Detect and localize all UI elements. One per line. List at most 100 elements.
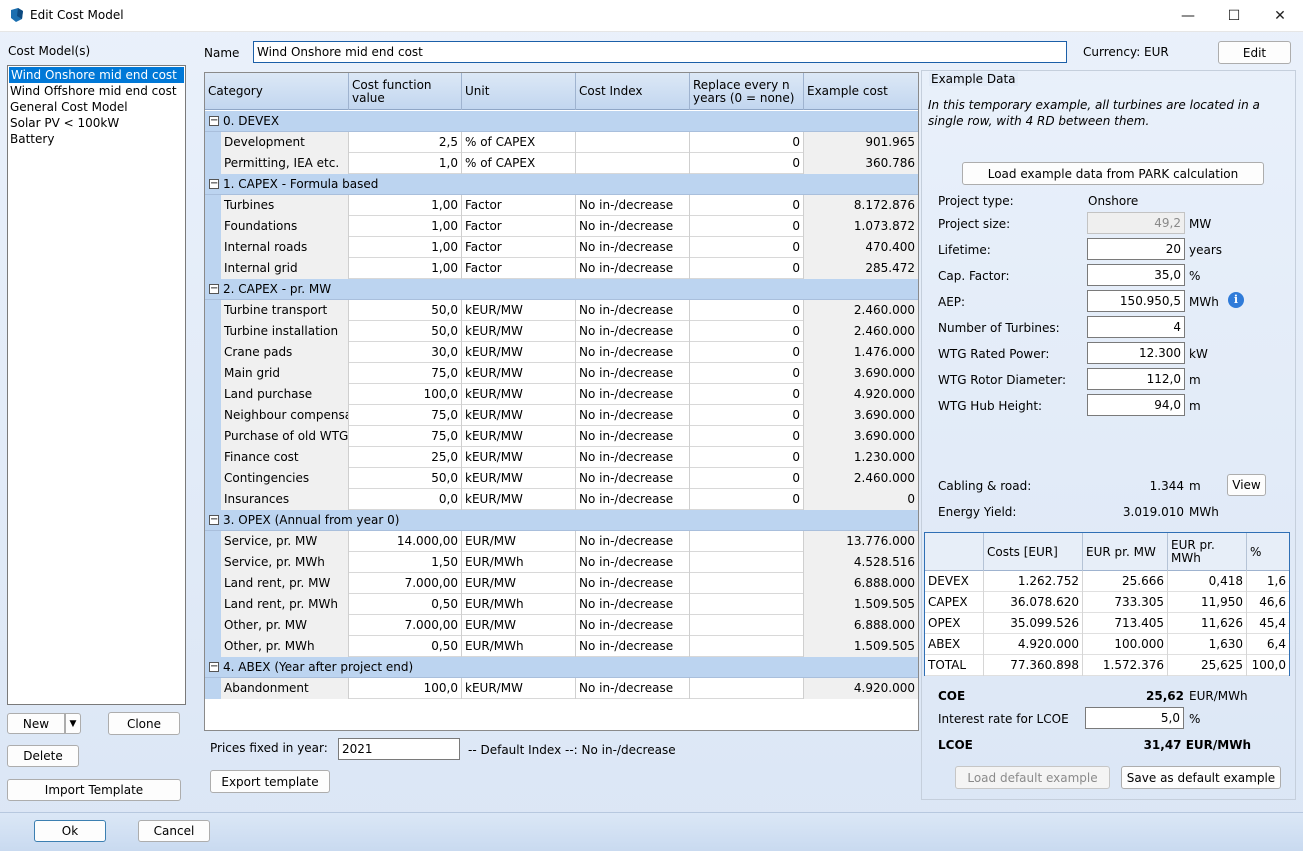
cell-replace[interactable] <box>690 573 804 594</box>
cell-unit[interactable]: Factor <box>462 195 576 216</box>
example-field-input[interactable]: 20 <box>1087 238 1185 260</box>
close-icon[interactable]: ✕ <box>1257 0 1303 32</box>
cell-value[interactable]: 75,0 <box>349 426 462 447</box>
col-example-cost[interactable]: Example cost <box>804 73 918 110</box>
cell-cost-index[interactable]: No in-/decrease <box>576 384 690 405</box>
table-row[interactable]: Land rent, pr. MW 7.000,00 EUR/MW No in-/de… <box>205 573 918 594</box>
import-template-button[interactable]: Import Template <box>7 779 181 801</box>
info-icon[interactable]: i <box>1228 292 1244 308</box>
cell-value[interactable]: 1,0 <box>349 153 462 174</box>
cell-unit[interactable]: kEUR/MW <box>462 489 576 510</box>
cell-cost-index[interactable]: No in-/decrease <box>576 573 690 594</box>
cell-replace[interactable]: 0 <box>690 384 804 405</box>
cell-unit[interactable]: EUR/MWh <box>462 552 576 573</box>
table-row[interactable]: Turbines 1,00 Factor No in-/decrease 0 8.172.… <box>205 195 918 216</box>
cell-unit[interactable]: % of CAPEX <box>462 132 576 153</box>
table-row[interactable]: Development 2,5% of CAPEX 0 901.965 <box>205 132 918 153</box>
cell-replace[interactable]: 0 <box>690 489 804 510</box>
cell-cost-index[interactable]: No in-/decrease <box>576 195 690 216</box>
chevron-down-icon[interactable]: ▼ <box>65 713 81 734</box>
table-row[interactable]: Foundations 1,00 Factor No in-/decrease 0 1.0… <box>205 216 918 237</box>
cell-replace[interactable]: 0 <box>690 195 804 216</box>
load-default-example-button[interactable]: Load default example <box>955 766 1110 789</box>
col-cost-function-value[interactable]: Cost function value <box>349 73 462 110</box>
table-row[interactable]: Other, pr. MW 7.000,00 EUR/MW No in-/decrea… <box>205 615 918 636</box>
delete-button[interactable]: Delete <box>7 745 79 767</box>
ok-button[interactable]: Ok <box>34 820 106 842</box>
cell-unit[interactable]: kEUR/MW <box>462 426 576 447</box>
cell-unit[interactable]: kEUR/MW <box>462 300 576 321</box>
cost-model-item[interactable]: Wind Onshore mid end cost <box>9 67 184 83</box>
cell-unit[interactable]: EUR/MW <box>462 531 576 552</box>
cell-replace[interactable]: 0 <box>690 237 804 258</box>
cell-cost-index[interactable]: No in-/decrease <box>576 426 690 447</box>
cell-value[interactable]: 7.000,00 <box>349 615 462 636</box>
table-row[interactable]: Contingencies 50,0 kEUR/MW No in-/decrease 0… <box>205 468 918 489</box>
cell-value[interactable]: 50,0 <box>349 468 462 489</box>
clone-button[interactable]: Clone <box>108 712 180 735</box>
col-unit[interactable]: Unit <box>462 73 576 110</box>
cell-cost-index[interactable]: No in-/decrease <box>576 678 690 699</box>
col-replace-every[interactable]: Replace every n years (0 = none) <box>690 73 804 110</box>
table-row[interactable]: Turbine installation 50,0 kEUR/MW No in-/de… <box>205 321 918 342</box>
cost-model-item[interactable]: Wind Offshore mid end cost <box>8 83 185 99</box>
load-park-example-button[interactable]: Load example data from PARK calculation <box>962 162 1264 185</box>
view-button[interactable]: View <box>1227 474 1266 496</box>
cell-replace[interactable]: 0 <box>690 447 804 468</box>
cell-unit[interactable]: Factor <box>462 216 576 237</box>
table-row[interactable]: Abandonment 100,0 kEUR/MW No in-/decrease 4.… <box>205 678 918 699</box>
cell-unit[interactable]: Factor <box>462 258 576 279</box>
collapse-icon[interactable]: − <box>209 179 219 189</box>
cell-unit[interactable]: kEUR/MW <box>462 678 576 699</box>
cell-unit[interactable]: kEUR/MW <box>462 468 576 489</box>
table-row[interactable]: Insurances 0,0 kEUR/MW No in-/decrease 0 0 <box>205 489 918 510</box>
table-row[interactable]: Service, pr. MWh 1,50 EUR/MWh No in-/decrea… <box>205 552 918 573</box>
cell-cost-index[interactable]: No in-/decrease <box>576 531 690 552</box>
cell-replace[interactable] <box>690 678 804 699</box>
collapse-icon[interactable]: − <box>209 116 219 126</box>
collapse-icon[interactable]: − <box>209 662 219 672</box>
example-field-input[interactable]: 112,0 <box>1087 368 1185 390</box>
cell-unit[interactable]: kEUR/MW <box>462 363 576 384</box>
cost-model-item[interactable]: Battery <box>8 131 185 147</box>
cell-cost-index[interactable]: No in-/decrease <box>576 363 690 384</box>
cell-cost-index[interactable]: No in-/decrease <box>576 594 690 615</box>
cancel-button[interactable]: Cancel <box>138 820 210 842</box>
cell-unit[interactable]: Factor <box>462 237 576 258</box>
collapse-icon[interactable]: − <box>209 284 219 294</box>
cell-cost-index[interactable] <box>576 132 690 153</box>
table-row[interactable]: Finance cost 25,0 kEUR/MW No in-/decrease 0 1… <box>205 447 918 468</box>
edit-button[interactable]: Edit <box>1218 41 1291 64</box>
cell-value[interactable]: 7.000,00 <box>349 573 462 594</box>
cell-value[interactable]: 1,00 <box>349 216 462 237</box>
new-button[interactable]: New <box>7 713 65 734</box>
cell-cost-index[interactable]: No in-/decrease <box>576 237 690 258</box>
example-field-input[interactable]: 35,0 <box>1087 264 1185 286</box>
table-row[interactable]: Land purchase 100,0 kEUR/MW No in-/decrease… <box>205 384 918 405</box>
table-row[interactable]: Purchase of old WTG: 75,0 kEUR/MW No in-/de… <box>205 426 918 447</box>
table-row[interactable]: Crane pads 30,0 kEUR/MW No in-/decrease 0 1.4… <box>205 342 918 363</box>
cell-unit[interactable]: % of CAPEX <box>462 153 576 174</box>
cell-unit[interactable]: EUR/MWh <box>462 636 576 657</box>
cell-cost-index[interactable]: No in-/decrease <box>576 405 690 426</box>
table-row[interactable]: Neighbour compensat 75,0 kEUR/MW No in-/dec… <box>205 405 918 426</box>
cell-value[interactable]: 1,00 <box>349 258 462 279</box>
cell-cost-index[interactable]: No in-/decrease <box>576 489 690 510</box>
cell-replace[interactable]: 0 <box>690 468 804 489</box>
cell-cost-index[interactable]: No in-/decrease <box>576 468 690 489</box>
collapse-icon[interactable]: − <box>209 515 219 525</box>
cell-replace[interactable]: 0 <box>690 342 804 363</box>
table-row[interactable]: Land rent, pr. MWh 0,50 EUR/MWh No in-/decr… <box>205 594 918 615</box>
cell-cost-index[interactable]: No in-/decrease <box>576 552 690 573</box>
table-row[interactable]: Service, pr. MW 14.000,00 EUR/MW No in-/dec… <box>205 531 918 552</box>
cell-value[interactable]: 0,0 <box>349 489 462 510</box>
cell-cost-index[interactable]: No in-/decrease <box>576 636 690 657</box>
cell-replace[interactable] <box>690 552 804 573</box>
table-row[interactable]: Turbine transport 50,0 kEUR/MW No in-/decre… <box>205 300 918 321</box>
table-row[interactable]: Main grid 75,0 kEUR/MW No in-/decrease 0 3.69… <box>205 363 918 384</box>
cell-replace[interactable] <box>690 531 804 552</box>
cost-model-list[interactable]: Wind Onshore mid end cost Wind Offshore m… <box>7 65 186 705</box>
cost-model-item[interactable]: General Cost Model <box>8 99 185 115</box>
col-category[interactable]: Category <box>205 73 349 110</box>
maximize-icon[interactable]: ☐ <box>1211 0 1257 32</box>
